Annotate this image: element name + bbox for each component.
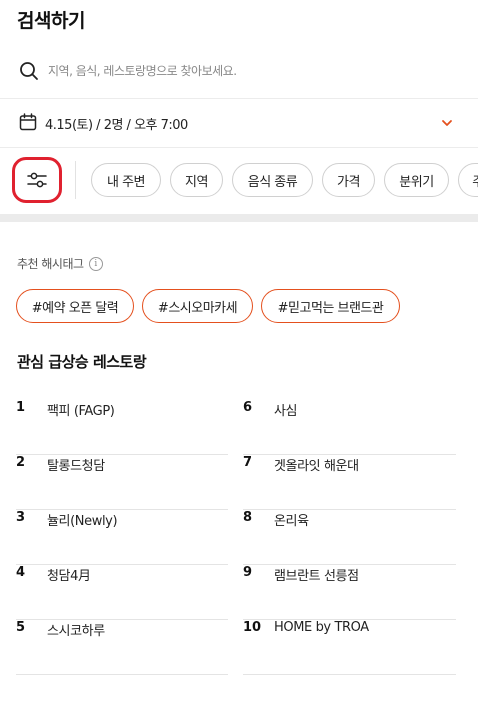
rank-number: 4 xyxy=(16,565,26,580)
search-input[interactable] xyxy=(48,60,448,82)
trending-item[interactable]: 5 스시코하루 xyxy=(16,620,228,675)
trending-item[interactable]: 1 팩피 (FAGP) xyxy=(16,400,228,455)
rank-number: 2 xyxy=(16,455,26,470)
rank-number: 1 xyxy=(16,400,26,415)
restaurant-name: 청담4月 xyxy=(47,569,91,584)
hashtag-label-text: 추천 해시태그 xyxy=(17,257,84,271)
divider xyxy=(0,98,478,99)
hashtag-reservation-calendar[interactable]: #예약 오픈 달력 xyxy=(16,289,134,323)
rank-number: 3 xyxy=(16,510,26,525)
trending-item[interactable]: 3 뉼리(Newly) xyxy=(16,510,228,565)
rank-number: 7 xyxy=(243,455,253,470)
date-party-time-selector[interactable]: 4.15(토) / 2명 / 오후 7:00 xyxy=(0,100,478,146)
divider xyxy=(0,147,478,148)
calendar-icon xyxy=(19,113,37,131)
search-bar[interactable] xyxy=(0,50,478,92)
restaurant-name: 팩피 (FAGP) xyxy=(47,404,115,419)
trending-item[interactable]: 4 청담4月 xyxy=(16,565,228,620)
filter-chip-region[interactable]: 지역 xyxy=(170,163,223,197)
filter-chip-nearby[interactable]: 내 주변 xyxy=(91,163,161,197)
sliders-icon xyxy=(27,172,47,188)
rank-number: 10 xyxy=(243,620,262,635)
restaurant-name: 겟올라잇 해운대 xyxy=(274,459,359,474)
trending-item[interactable]: 9 램브란트 선릉점 xyxy=(243,565,456,620)
rank-number: 9 xyxy=(243,565,253,580)
page-title: 검색하기 xyxy=(17,10,85,32)
restaurant-name: 온리육 xyxy=(274,514,309,529)
hashtag-sushi-omakase[interactable]: #스시오마카세 xyxy=(142,289,253,323)
filter-chip-price[interactable]: 가격 xyxy=(322,163,375,197)
restaurant-name: 탈롱드청담 xyxy=(47,459,105,474)
restaurant-name: 뉼리(Newly) xyxy=(47,514,118,529)
trending-item[interactable]: 10 HOME by TROA xyxy=(243,620,456,675)
rank-number: 8 xyxy=(243,510,253,525)
search-icon xyxy=(20,62,38,80)
restaurant-name: HOME by TROA xyxy=(274,620,369,635)
filter-settings-button[interactable] xyxy=(12,157,62,203)
filter-chip-mood[interactable]: 분위기 xyxy=(384,163,449,197)
trending-section-title: 관심 급상승 레스토랑 xyxy=(17,353,147,371)
restaurant-name: 램브란트 선릉점 xyxy=(274,569,359,584)
restaurant-name: 사심 xyxy=(274,404,298,419)
section-separator xyxy=(0,214,478,222)
rank-number: 6 xyxy=(243,400,253,415)
divider xyxy=(75,161,76,199)
filter-chip-cuisine[interactable]: 음식 종류 xyxy=(232,163,313,197)
filter-bar: 내 주변 지역 음식 종류 가격 분위기 주 xyxy=(0,152,478,208)
datetime-text: 4.15(토) / 2명 / 오후 7:00 xyxy=(45,118,188,133)
trending-item[interactable]: 8 온리육 xyxy=(243,510,456,565)
info-icon[interactable]: i xyxy=(88,256,103,271)
hashtag-section-label: 추천 해시태그 i xyxy=(17,255,103,272)
trending-item[interactable]: 7 겟올라잇 해운대 xyxy=(243,455,456,510)
chevron-down-icon[interactable] xyxy=(441,117,453,129)
rank-number: 5 xyxy=(16,620,26,635)
restaurant-name: 스시코하루 xyxy=(47,624,105,639)
trending-item[interactable]: 6 사심 xyxy=(243,400,456,455)
hashtag-trusted-brands[interactable]: #믿고먹는 브랜드관 xyxy=(261,289,400,323)
trending-item[interactable]: 2 탈롱드청담 xyxy=(16,455,228,510)
filter-chip-more[interactable]: 주 xyxy=(458,163,478,197)
